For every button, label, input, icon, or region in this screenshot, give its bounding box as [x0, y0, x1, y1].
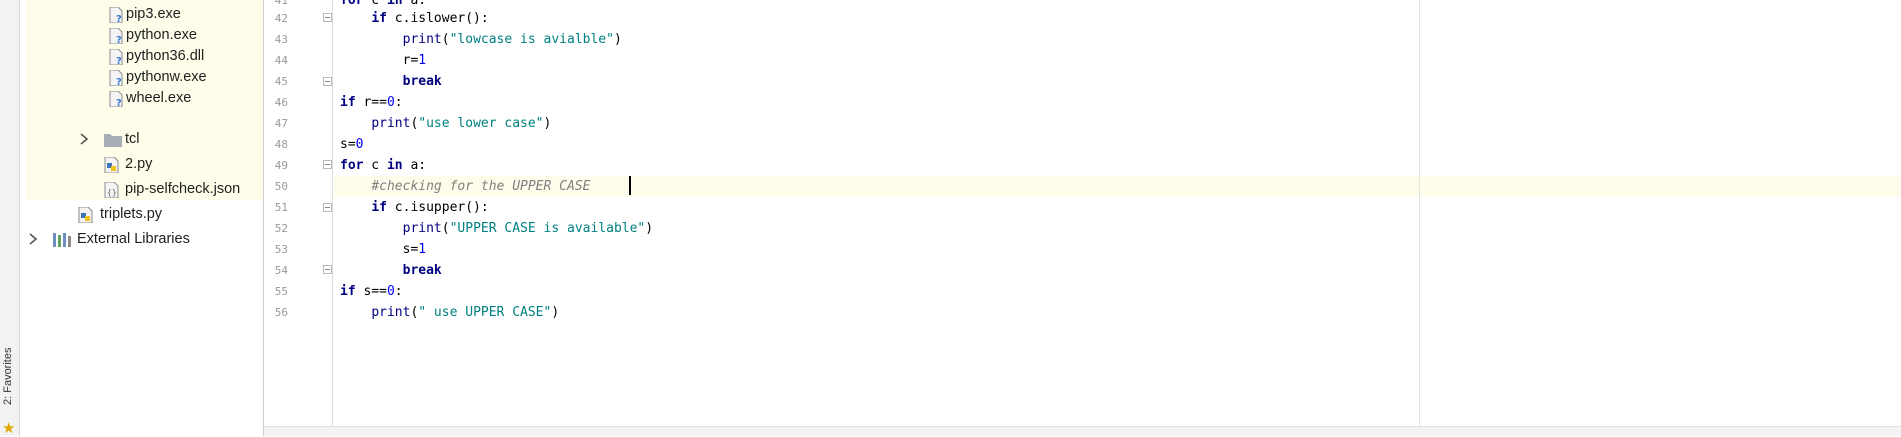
executable-file-icon: ? [109, 28, 123, 44]
tree-item-label: tcl [125, 131, 140, 147]
code-line[interactable]: s=0 [340, 134, 363, 155]
code-line[interactable]: if c.isupper(): [340, 197, 488, 218]
fold-marker[interactable] [323, 160, 332, 169]
library-icon [53, 233, 71, 247]
tree-item-label: wheel.exe [126, 90, 192, 106]
tree-item-label: External Libraries [77, 231, 190, 247]
line-number: 52 [274, 222, 288, 235]
star-icon[interactable]: ★ [2, 420, 18, 436]
line-number: 51 [274, 201, 288, 214]
right-margin-guide [1419, 0, 1420, 426]
code-line[interactable]: r=1 [340, 50, 427, 71]
line-number: 50 [274, 180, 288, 193]
code-line[interactable]: print("use lower case") [340, 113, 551, 134]
code-line[interactable]: s=1 [340, 239, 427, 260]
svg-text:?: ? [116, 98, 122, 107]
code-line[interactable]: print("UPPER CASE is available") [340, 218, 653, 239]
fold-marker[interactable] [323, 13, 332, 22]
tree-item-triplets-py[interactable]: triplets.py [20, 203, 263, 227]
python-file-icon [78, 207, 93, 223]
fold-marker[interactable] [323, 203, 332, 212]
tree-item-tcl[interactable]: tcl [20, 128, 263, 152]
line-number: 43 [274, 33, 288, 46]
tree-item-wheel-exe[interactable]: ? wheel.exe [20, 87, 263, 111]
tree-item-label: triplets.py [100, 206, 163, 222]
tree-item-label: pythonw.exe [126, 69, 207, 85]
line-number: 49 [274, 159, 288, 172]
line-number: 44 [274, 54, 288, 67]
tree-item-label: python36.dll [126, 48, 205, 64]
line-number: 46 [274, 96, 288, 109]
code-line[interactable]: for c in a: [340, 155, 426, 176]
svg-text:{}: {} [107, 188, 117, 197]
tree-item-pip-selfcheck-json[interactable]: {} pip-selfcheck.json [20, 178, 263, 202]
code-line[interactable]: break [340, 260, 442, 281]
svg-text:?: ? [116, 56, 122, 65]
fold-marker[interactable] [323, 77, 332, 86]
line-number: 45 [274, 75, 288, 88]
tree-item-label: 2.py [125, 156, 153, 172]
code-line[interactable]: #checking for the UPPER CASE [340, 176, 590, 197]
code-line[interactable]: print(" use UPPER CASE") [340, 302, 559, 323]
line-number: 54 [274, 264, 288, 277]
folder-icon [104, 134, 122, 147]
text-caret [629, 176, 631, 195]
code-line[interactable]: if r==0: [340, 92, 403, 113]
python-file-icon [104, 157, 119, 173]
code-editor[interactable]: for c in a: if c.islower(): print("lowca… [334, 0, 1901, 436]
line-number: 55 [274, 285, 288, 298]
fold-marker[interactable] [323, 265, 332, 274]
tree-item-external-libraries[interactable]: External Libraries [20, 228, 263, 252]
tree-item-label: python.exe [126, 27, 197, 43]
tree-item-label: pip-selfcheck.json [125, 181, 241, 197]
tree-item-label: pip3.exe [126, 6, 181, 22]
executable-file-icon: ? [109, 7, 123, 23]
line-number: 47 [274, 117, 288, 130]
favorites-tool-strip: 2: Favorites ★ [0, 0, 20, 436]
line-number: 48 [274, 138, 288, 151]
project-tool-window: ? pip3.exe ? python.exe ? python36.dll ?… [20, 0, 264, 436]
executable-file-icon: ? [109, 70, 123, 86]
svg-text:?: ? [116, 77, 122, 86]
svg-text:?: ? [116, 35, 122, 44]
line-number: 56 [274, 306, 288, 319]
chevron-right-icon[interactable] [79, 133, 89, 145]
code-line[interactable]: break [340, 71, 442, 92]
dll-file-icon: ? [109, 49, 123, 65]
line-number: 42 [274, 12, 288, 25]
json-file-icon: {} [104, 182, 119, 198]
code-line[interactable]: if s==0: [340, 281, 403, 302]
horizontal-scrollbar[interactable] [264, 426, 1901, 436]
line-number: 53 [274, 243, 288, 256]
svg-text:?: ? [116, 14, 122, 23]
chevron-right-icon[interactable] [28, 233, 38, 245]
code-line[interactable]: print("lowcase is avialble") [340, 29, 622, 50]
executable-file-icon: ? [109, 91, 123, 107]
code-line[interactable]: if c.islower(): [340, 8, 488, 29]
favorites-tab[interactable]: 2: Favorites [2, 348, 14, 405]
line-number-gutter: 41 42 43 44 45 46 47 48 49 50 51 52 53 5… [264, 0, 333, 436]
tree-item-2-py[interactable]: 2.py [20, 153, 263, 177]
